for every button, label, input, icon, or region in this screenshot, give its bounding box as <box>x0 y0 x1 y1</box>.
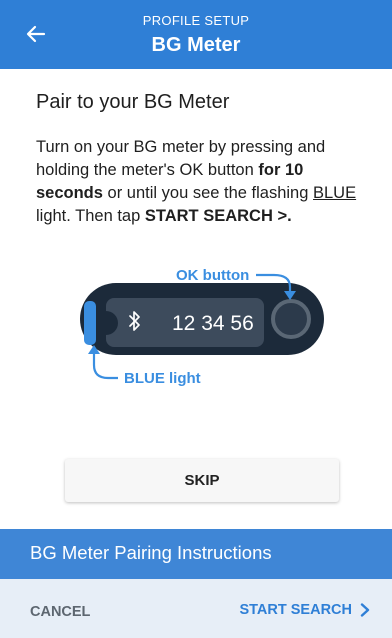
cancel-button[interactable]: CANCEL <box>30 604 90 620</box>
page-title: BG Meter <box>151 34 241 56</box>
start-search-label: START SEARCH <box>239 602 352 618</box>
meter-ok-button <box>271 299 311 339</box>
banner-label: BG Meter Pairing Instructions <box>30 542 272 563</box>
pairing-instructions: Turn on your BG meter by pressing and ho… <box>36 136 364 228</box>
chevron-right-icon <box>360 603 370 617</box>
meter-illustration: 12 34 56 OK button BLUE light <box>80 267 324 387</box>
ok-button-label: OK button <box>176 267 249 284</box>
instruction-underline-blue: BLUE <box>313 184 357 202</box>
instruction-emphasis-start: START SEARCH >. <box>144 207 292 225</box>
skip-button[interactable]: SKIP <box>65 459 339 502</box>
main-content: Pair to your BG Meter Turn on your BG me… <box>36 91 364 228</box>
header-subtitle: PROFILE SETUP <box>142 13 250 28</box>
app-header: PROFILE SETUP BG Meter <box>0 0 392 69</box>
pairing-instructions-banner[interactable]: BG Meter Pairing Instructions <box>0 529 392 579</box>
blue-light-label: BLUE light <box>124 370 201 387</box>
blue-light <box>84 301 96 345</box>
instruction-text: light. Then tap <box>36 207 145 225</box>
section-heading: Pair to your BG Meter <box>36 91 230 113</box>
meter-display-digits: 12 34 56 <box>172 312 254 335</box>
footer-actions: CANCEL START SEARCH <box>0 579 392 638</box>
start-search-button[interactable]: START SEARCH <box>239 602 370 618</box>
instruction-text: or until you see the flashing <box>102 184 313 202</box>
